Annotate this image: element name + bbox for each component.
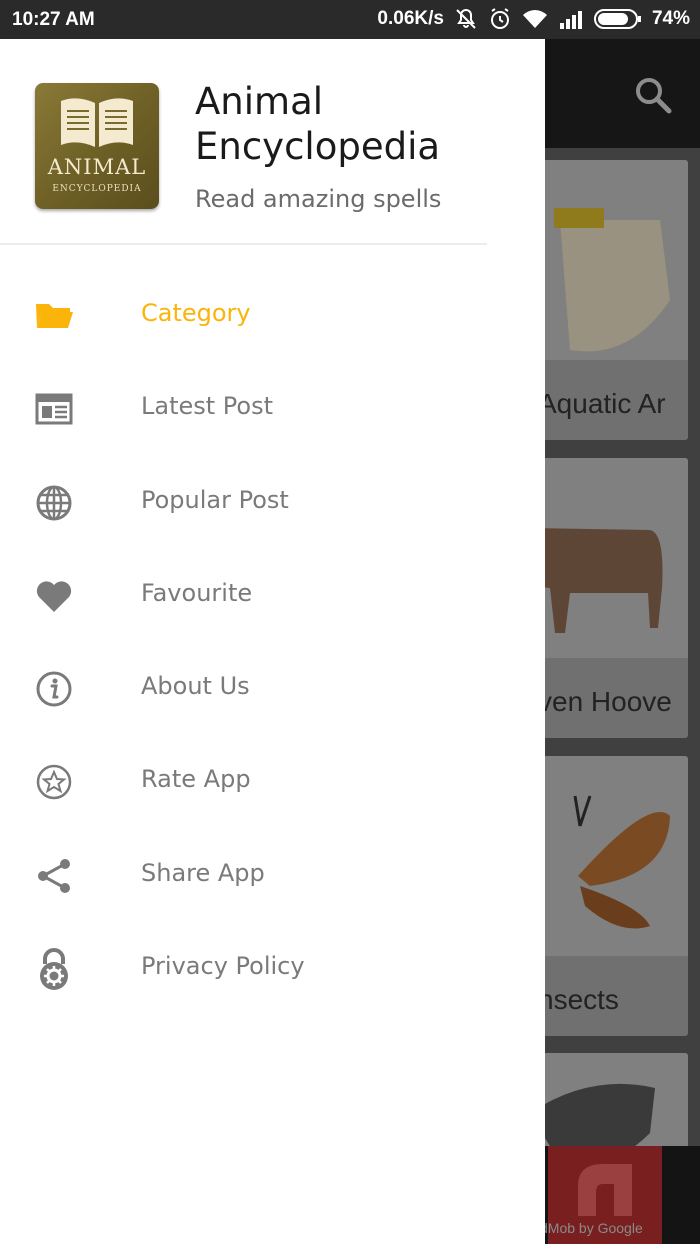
category-card[interactable]: nsects — [530, 756, 688, 1036]
globe-icon — [34, 483, 74, 523]
status-time: 10:27 AM — [12, 9, 95, 30]
newspaper-icon — [34, 389, 74, 429]
status-bar: 10:27 AM 0.06K/s 74% — [0, 0, 700, 39]
ad-label: dMob by Google — [540, 1220, 643, 1236]
menu-item-category[interactable]: Category — [0, 269, 545, 362]
book-icon — [57, 93, 137, 157]
battery-icon — [593, 8, 642, 30]
wifi-icon — [522, 8, 548, 30]
app-subtitle: Read amazing spells — [195, 185, 442, 213]
menu-item-about-us[interactable]: About Us — [0, 642, 545, 735]
network-speed: 0.06K/s — [377, 8, 444, 29]
menu-item-rate-app[interactable]: Rate App — [0, 735, 545, 828]
menu-item-privacy-policy[interactable]: Privacy Policy — [0, 922, 545, 1015]
mute-icon — [454, 7, 478, 31]
drawer-menu: Category Latest Post Popular Post Favour… — [0, 269, 545, 1015]
drawer-header: ANIMAL ENCYCLOPEDIA Animal Encyclopedia … — [0, 39, 545, 245]
menu-label: Latest Post — [141, 392, 274, 421]
menu-label: About Us — [141, 672, 250, 701]
lock-icon — [34, 948, 74, 991]
menu-item-latest-post[interactable]: Latest Post — [0, 362, 545, 455]
app-logo: ANIMAL ENCYCLOPEDIA — [35, 83, 159, 209]
category-card[interactable]: Aquatic Ar — [530, 160, 688, 440]
signal-icon — [558, 9, 584, 29]
header-divider — [0, 243, 487, 245]
folder-icon — [34, 296, 74, 336]
menu-label: Favourite — [141, 578, 253, 607]
heart-icon — [34, 576, 74, 616]
menu-label: Privacy Policy — [141, 952, 305, 981]
alarm-icon — [488, 7, 512, 31]
logo-word-encyclopedia: ENCYCLOPEDIA — [52, 184, 142, 194]
logo-word-animal: ANIMAL — [47, 155, 147, 179]
category-label: nsects — [538, 984, 619, 1015]
category-image — [530, 458, 688, 658]
app-title: Animal Encyclopedia — [195, 80, 441, 168]
menu-item-popular-post[interactable]: Popular Post — [0, 456, 545, 549]
category-image — [530, 160, 688, 360]
info-icon — [34, 669, 74, 709]
category-image — [530, 756, 688, 956]
battery-level: 74% — [651, 8, 690, 29]
navigation-drawer: ANIMAL ENCYCLOPEDIA Animal Encyclopedia … — [0, 39, 545, 1244]
search-icon[interactable] — [634, 76, 672, 118]
menu-item-share-app[interactable]: Share App — [0, 829, 545, 922]
menu-label: Share App — [141, 858, 265, 887]
menu-label: Popular Post — [141, 485, 289, 514]
category-label: Aquatic Ar — [538, 388, 666, 419]
category-card[interactable]: ven Hoove — [530, 458, 688, 738]
menu-item-favourite[interactable]: Favourite — [0, 549, 545, 642]
star-icon — [34, 762, 74, 802]
menu-label: Category — [141, 299, 251, 327]
menu-label: Rate App — [141, 765, 251, 794]
category-label: ven Hoove — [538, 686, 672, 717]
share-icon — [34, 856, 74, 896]
